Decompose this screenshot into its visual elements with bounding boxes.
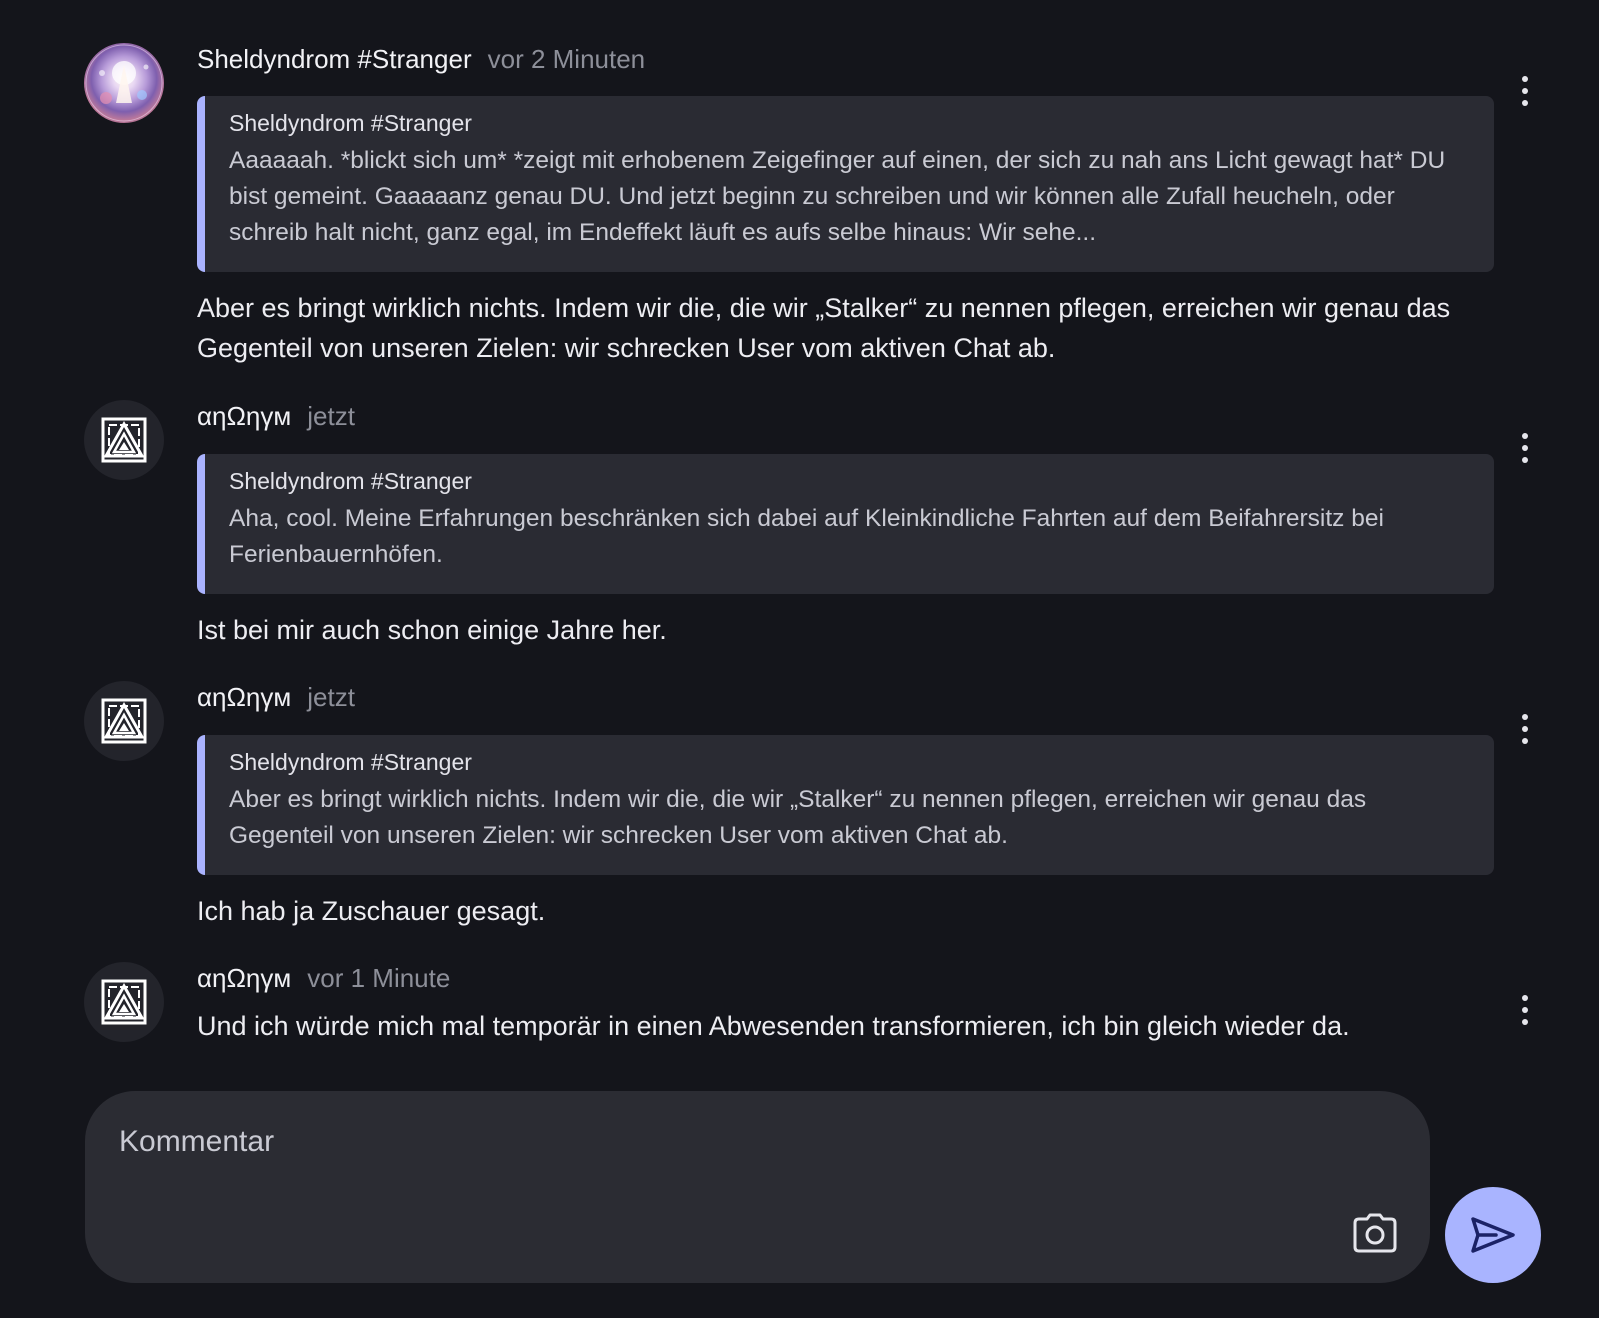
- quoted-comment[interactable]: Sheldyndrom #Stranger Aha, cool. Meine E…: [197, 454, 1494, 594]
- maze-triangle-avatar-icon: [101, 979, 147, 1025]
- timestamp: jetzt: [307, 401, 355, 431]
- more-options-icon[interactable]: [1510, 430, 1540, 466]
- more-options-icon[interactable]: [1510, 711, 1540, 747]
- comment-text: Aber es bringt wirklich nichts. Indem wi…: [197, 293, 1451, 363]
- quote-text: Aha, cool. Meine Erfahrungen beschränken…: [229, 505, 1384, 568]
- author-name[interactable]: αηΩηγм: [197, 682, 291, 713]
- quote-author: Sheldyndrom #Stranger: [229, 110, 472, 136]
- comment-composer: [85, 1091, 1430, 1283]
- quote-text: Aber es bringt wirklich nichts. Indem wi…: [229, 786, 1367, 849]
- send-button[interactable]: [1445, 1187, 1541, 1283]
- quote-author: Sheldyndrom #Stranger: [229, 468, 472, 494]
- comment-text: Ich hab ja Zuschauer gesagt.: [197, 896, 546, 926]
- cosmic-figure-avatar-icon: [85, 44, 163, 122]
- comment-meta: Sheldyndrom #Stranger vor 2 Minuten: [197, 44, 645, 78]
- avatar[interactable]: [84, 400, 164, 480]
- author-name[interactable]: αηΩηγм: [197, 963, 291, 994]
- avatar[interactable]: [84, 681, 164, 761]
- avatar[interactable]: [84, 962, 164, 1042]
- comment-text: Ist bei mir auch schon einige Jahre her.: [197, 615, 667, 645]
- maze-triangle-avatar-icon: [101, 698, 147, 744]
- comment-input[interactable]: [117, 1121, 1301, 1245]
- avatar[interactable]: [84, 43, 164, 123]
- maze-triangle-avatar-icon: [101, 417, 147, 463]
- quote-text: Aaaaaah. *blickt sich um* *zeigt mit erh…: [229, 147, 1446, 246]
- comment-meta: αηΩηγм vor 1 Minute: [197, 963, 450, 997]
- camera-icon[interactable]: [1353, 1213, 1397, 1253]
- timestamp: vor 1 Minute: [307, 963, 451, 993]
- more-options-icon[interactable]: [1510, 73, 1540, 109]
- author-name[interactable]: Sheldyndrom #Stranger: [197, 44, 472, 75]
- quoted-comment[interactable]: Sheldyndrom #Stranger Aber es bringt wir…: [197, 735, 1494, 875]
- author-name[interactable]: αηΩηγм: [197, 401, 291, 432]
- timestamp: vor 2 Minuten: [487, 44, 646, 74]
- quoted-comment[interactable]: Sheldyndrom #Stranger Aaaaaah. *blickt s…: [197, 96, 1494, 272]
- timestamp: jetzt: [307, 682, 355, 712]
- comment-meta: αηΩηγм jetzt: [197, 401, 355, 435]
- more-options-icon[interactable]: [1510, 992, 1540, 1028]
- comment-meta: αηΩηγм jetzt: [197, 682, 355, 716]
- send-icon: [1471, 1217, 1515, 1253]
- quote-author: Sheldyndrom #Stranger: [229, 749, 472, 775]
- comment-text: Und ich würde mich mal temporär in einen…: [197, 1011, 1350, 1041]
